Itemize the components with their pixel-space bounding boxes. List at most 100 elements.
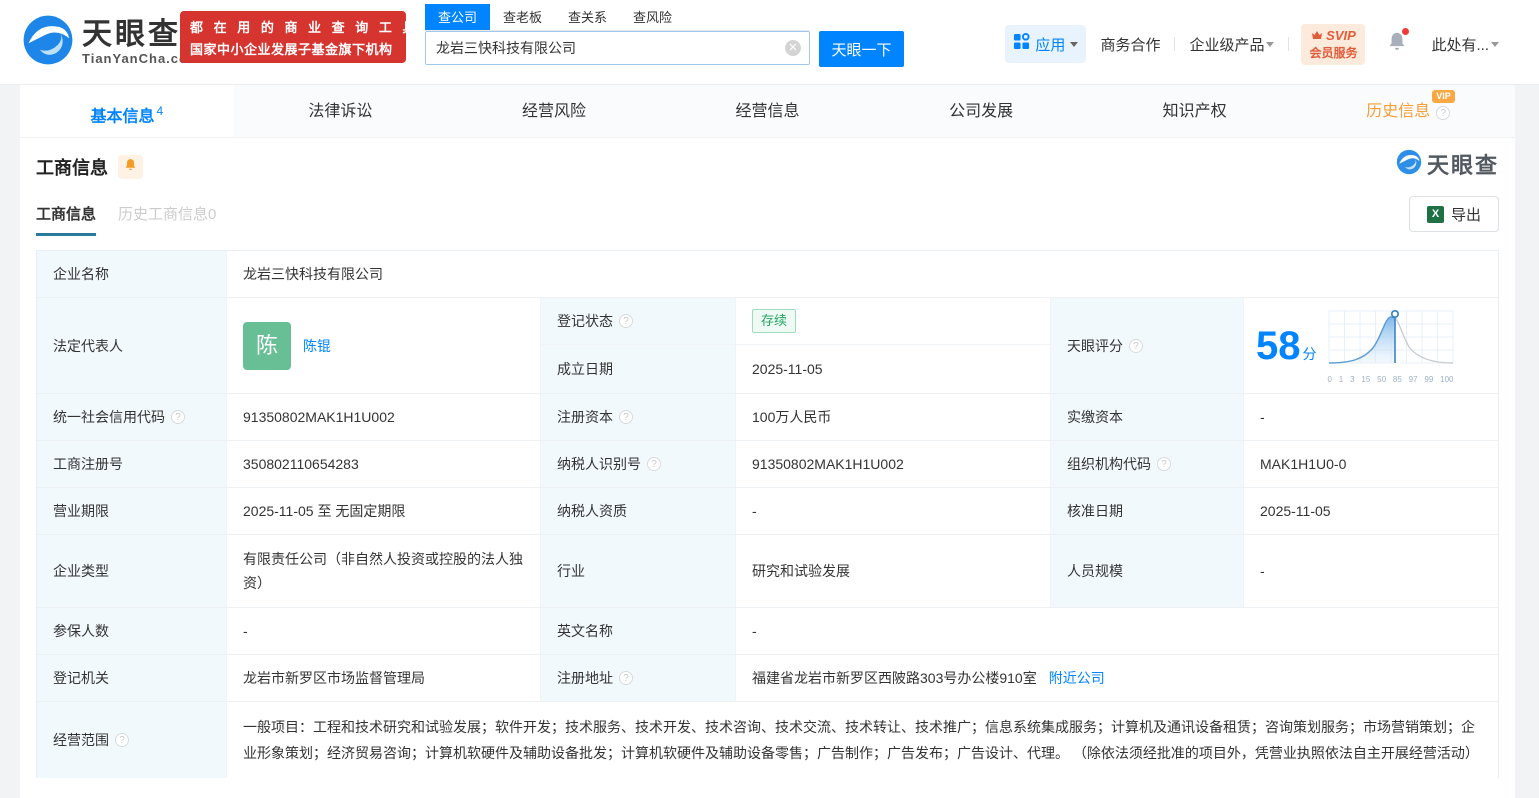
company-type-label: 企业类型 bbox=[37, 535, 227, 607]
tab-history-info[interactable]: 历史信息 VIP? bbox=[1301, 85, 1515, 137]
monitor-bell-button[interactable] bbox=[118, 155, 143, 179]
subtab-business-info[interactable]: 工商信息 bbox=[36, 203, 97, 236]
chevron-down-icon bbox=[1266, 41, 1275, 47]
legal-rep-name-link[interactable]: 陈锟 bbox=[303, 335, 331, 357]
business-scope-value: 一般项目：工程和技术研究和试验发展；软件开发；技术服务、技术开发、技术咨询、技术… bbox=[243, 719, 1479, 761]
nearby-companies-link[interactable]: 附近公司 bbox=[1049, 667, 1105, 689]
notification-dot bbox=[1402, 27, 1410, 35]
help-icon[interactable]: ? bbox=[619, 410, 633, 424]
score-unit: 分 bbox=[1302, 345, 1317, 362]
site-logo[interactable]: 天眼查 TianYanCha.com bbox=[22, 14, 201, 71]
reg-address-value: 福建省龙岩市新罗区西陂路303号办公楼910室 附近公司 bbox=[736, 655, 1498, 701]
reg-address-label: 注册地址? bbox=[541, 655, 736, 701]
legal-rep-label: 法定代表人 bbox=[37, 298, 227, 393]
company-name-value: 龙岩三快科技有限公司 bbox=[227, 251, 1498, 297]
reg-status-label: 登记状态? bbox=[541, 298, 736, 345]
industry-label: 行业 bbox=[541, 535, 736, 607]
insured-count-label: 参保人数 bbox=[37, 608, 227, 654]
company-type-value: 有限责任公司（非自然人投资或控股的法人独资） bbox=[227, 535, 541, 607]
credit-code-label: 统一社会信用代码? bbox=[37, 394, 227, 440]
est-date-value: 2025-11-05 bbox=[736, 345, 1051, 393]
nav-business-cooperation[interactable]: 商务合作 bbox=[1100, 34, 1160, 55]
tab-operation-info[interactable]: 经营信息 bbox=[661, 85, 875, 137]
english-name-value: - bbox=[736, 608, 1498, 654]
table-row: 统一社会信用代码? 91350802MAK1H1U002 注册资本? 100万人… bbox=[37, 394, 1498, 441]
apps-menu-button[interactable]: 应用 bbox=[1005, 25, 1087, 63]
reg-number-label: 工商注册号 bbox=[37, 441, 227, 487]
table-row: 营业期限 2025-11-05 至 无固定期限 纳税人资质 - 核准日期 202… bbox=[37, 488, 1498, 535]
table-row: 法定代表人 陈 陈锟 登记状态? 存续 成立日期 2025-11-05 天眼评分… bbox=[37, 298, 1498, 394]
search-tab-boss[interactable]: 查老板 bbox=[490, 4, 555, 30]
help-icon[interactable]: ? bbox=[171, 410, 185, 424]
taxpayer-qualification-label: 纳税人资质 bbox=[541, 488, 736, 534]
search-tab-relation[interactable]: 查关系 bbox=[555, 4, 620, 30]
export-button[interactable]: X 导出 bbox=[1409, 196, 1499, 232]
business-term-value: 2025-11-05 至 无固定期限 bbox=[227, 488, 541, 534]
business-term-label: 营业期限 bbox=[37, 488, 227, 534]
staff-size-value: - bbox=[1244, 535, 1498, 607]
help-icon[interactable]: ? bbox=[1436, 106, 1451, 120]
reg-authority-label: 登记机关 bbox=[37, 655, 227, 701]
search-tab-risk[interactable]: 查风险 bbox=[620, 4, 685, 30]
paid-capital-value: - bbox=[1244, 394, 1498, 440]
tianyancha-watermark: 天眼查 bbox=[1396, 148, 1499, 180]
help-icon[interactable]: ? bbox=[647, 457, 661, 471]
promo-banner: 都 在 用 的 商 业 查 询 工 具 国家中小企业发展子基金旗下机构 bbox=[180, 11, 416, 63]
clear-search-icon[interactable]: ✕ bbox=[785, 40, 801, 56]
company-name-label: 企业名称 bbox=[37, 251, 227, 297]
table-row: 企业类型 有限责任公司（非自然人投资或控股的法人独资） 行业 研究和试验发展 人… bbox=[37, 535, 1498, 608]
subtab-row: 工商信息 历史工商信息0 bbox=[36, 204, 1499, 236]
table-row: 参保人数 - 英文名称 - bbox=[37, 608, 1498, 655]
help-icon[interactable]: ? bbox=[115, 733, 129, 747]
subtab-history-business-info[interactable]: 历史工商信息0 bbox=[118, 203, 216, 236]
chevron-down-icon bbox=[1070, 41, 1079, 47]
nav-enterprise-products-label: 企业级产品 bbox=[1189, 36, 1265, 54]
bell-icon bbox=[124, 158, 137, 177]
section-header: 工商信息 bbox=[36, 138, 1499, 180]
section-title: 工商信息 bbox=[36, 158, 108, 178]
table-row: 工商注册号 350802110654283 纳税人识别号? 91350802MA… bbox=[37, 441, 1498, 488]
help-icon[interactable]: ? bbox=[1157, 457, 1171, 471]
tianyancha-watermark-text: 天眼查 bbox=[1426, 153, 1499, 178]
svip-member-button[interactable]: SVIP 会员服务 bbox=[1301, 23, 1366, 65]
taxpayer-id-label: 纳税人识别号? bbox=[541, 441, 736, 487]
approval-date-value: 2025-11-05 bbox=[1244, 488, 1498, 534]
search-input[interactable] bbox=[425, 31, 810, 65]
taxpayer-qualification-value: - bbox=[736, 488, 1051, 534]
tab-legal-proceedings[interactable]: 法律诉讼 bbox=[234, 85, 448, 137]
status-badge: 存续 bbox=[752, 309, 797, 333]
table-row: 企业名称 龙岩三快科技有限公司 bbox=[37, 251, 1498, 298]
reg-number-value: 350802110654283 bbox=[227, 441, 541, 487]
vip-badge: VIP bbox=[1432, 90, 1455, 103]
tab-history-info-label: 历史信息 bbox=[1366, 103, 1431, 120]
tianyancha-watermark-icon bbox=[1396, 149, 1422, 180]
tab-basic-info[interactable]: 基本信息 4 bbox=[20, 85, 234, 137]
avatar: 陈 bbox=[243, 321, 291, 370]
page-container: 基本信息 4 法律诉讼 经营风险 经营信息 公司发展 知识产权 历史信息 VIP? … bbox=[20, 85, 1515, 798]
tab-operation-risk[interactable]: 经营风险 bbox=[447, 85, 661, 137]
help-icon[interactable]: ? bbox=[619, 671, 633, 685]
nav-enterprise-products[interactable]: 企业级产品 bbox=[1189, 34, 1275, 55]
search-tabs: 查公司 查老板 查关系 查风险 bbox=[425, 4, 810, 31]
tianyancha-logo-icon bbox=[22, 14, 74, 71]
reg-capital-value: 100万人民币 bbox=[736, 394, 1051, 440]
account-label: 此处有... bbox=[1431, 36, 1489, 54]
org-code-label: 组织机构代码? bbox=[1051, 441, 1244, 487]
tab-intellectual-property[interactable]: 知识产权 bbox=[1088, 85, 1302, 137]
score-number: 58 bbox=[1256, 323, 1301, 368]
search-tab-company[interactable]: 查公司 bbox=[425, 4, 491, 30]
crown-icon bbox=[1311, 28, 1323, 43]
tab-company-development[interactable]: 公司发展 bbox=[874, 85, 1088, 137]
reg-status-value: 存续 bbox=[736, 298, 1051, 345]
insured-count-value: - bbox=[227, 608, 541, 654]
english-name-label: 英文名称 bbox=[541, 608, 736, 654]
notifications-bell-button[interactable] bbox=[1387, 27, 1410, 58]
search-button[interactable]: 天眼一下 bbox=[819, 31, 904, 67]
top-header: 天眼查 TianYanCha.com 都 在 用 的 商 业 查 询 工 具 国… bbox=[0, 0, 1539, 85]
help-icon[interactable]: ? bbox=[1129, 338, 1143, 353]
account-menu[interactable]: 此处有... bbox=[1431, 34, 1499, 55]
search-zone: 查公司 查老板 查关系 查风险 ✕ 天眼一下 bbox=[425, 4, 904, 67]
org-code-value: MAK1H1U0-0 bbox=[1244, 441, 1498, 487]
svip-label-top: SVIP bbox=[1326, 27, 1356, 43]
help-icon[interactable]: ? bbox=[619, 314, 633, 328]
